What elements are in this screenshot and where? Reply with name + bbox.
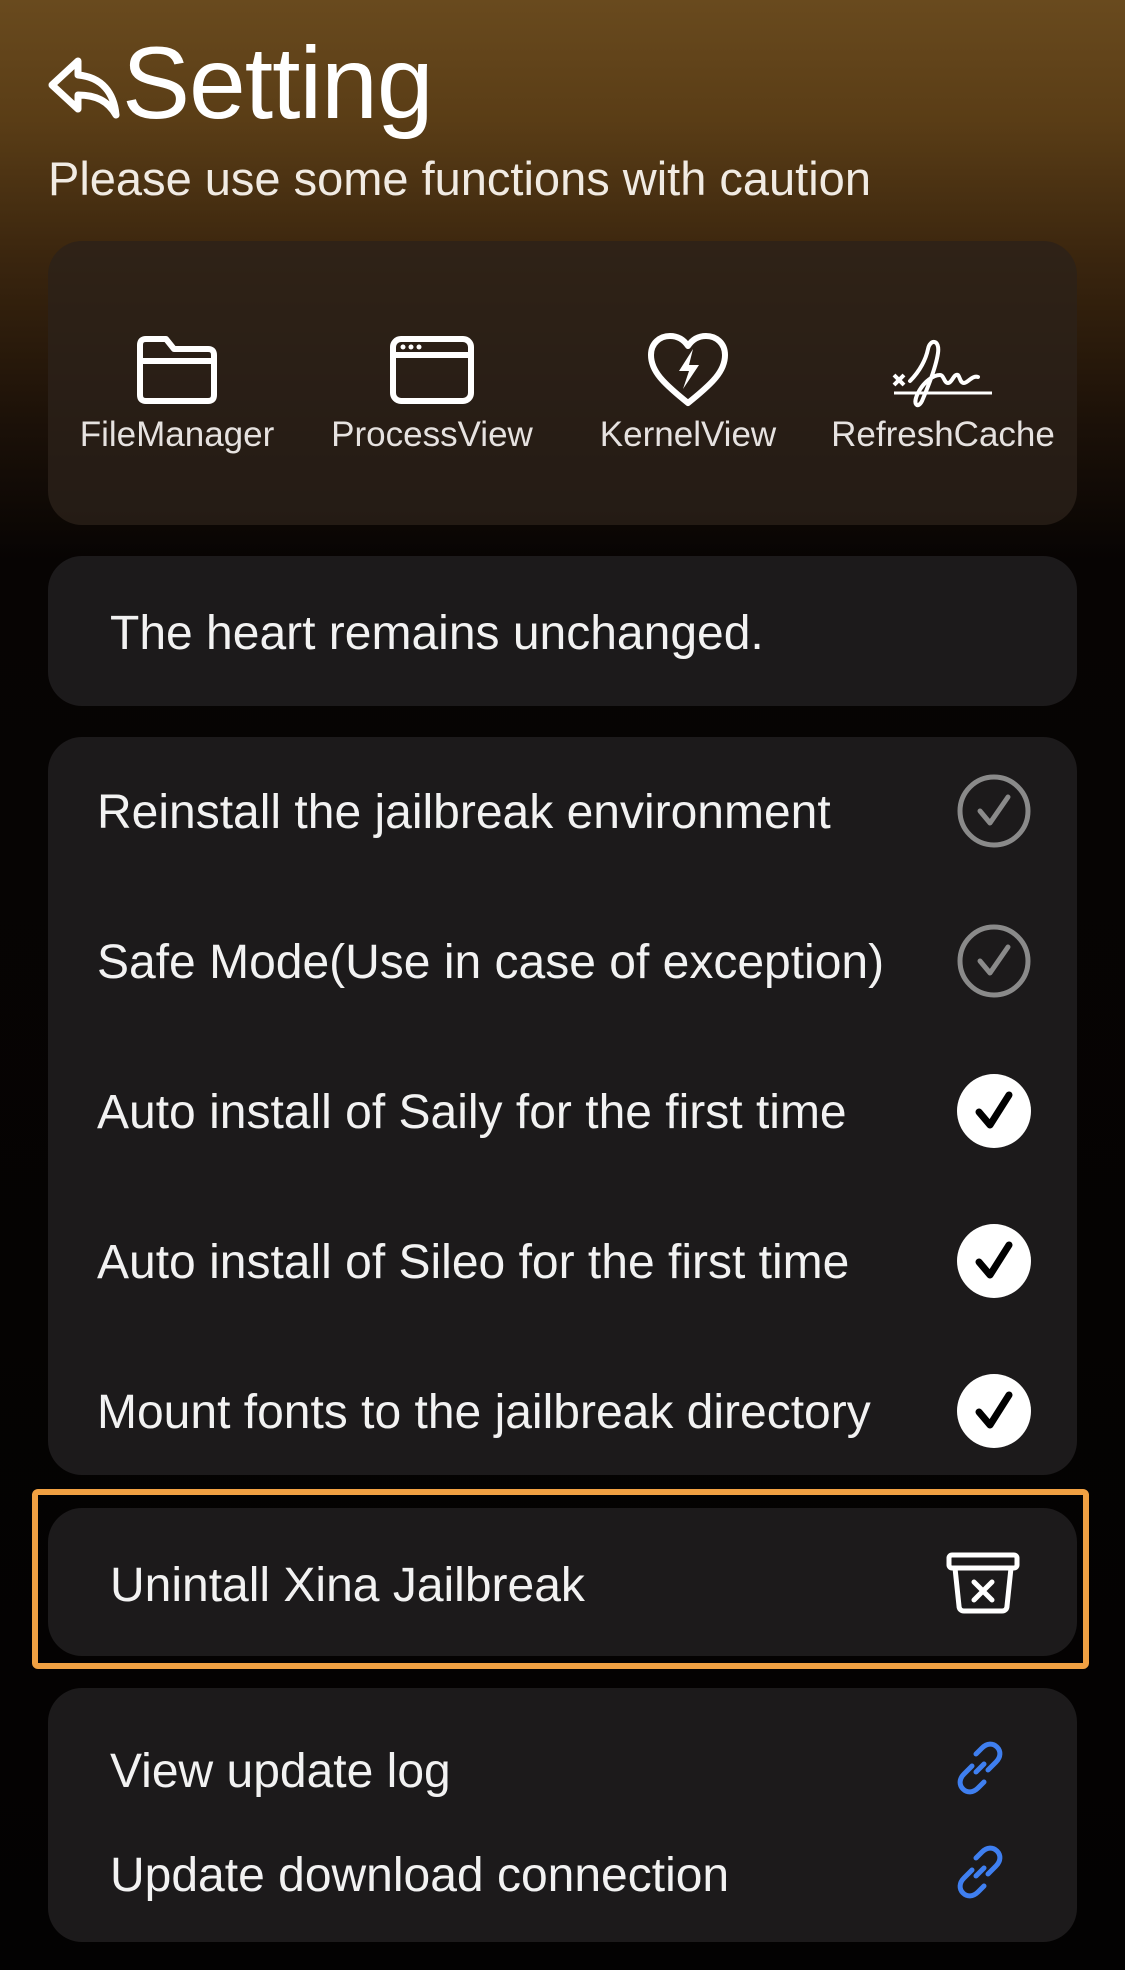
- page-subtitle: Please use some functions with caution: [48, 152, 871, 205]
- option-label: Auto install of Sileo for the first time: [97, 1236, 850, 1289]
- process-view-button[interactable]: ProcessView: [307, 331, 557, 455]
- page-title: Setting: [122, 26, 434, 140]
- option-row-saily[interactable]: Auto install of Saily for the first time: [48, 1037, 1077, 1187]
- kernel-view-button[interactable]: KernelView: [563, 331, 813, 455]
- motto-card: The heart remains unchanged.: [48, 556, 1077, 706]
- links-card: View update log Update download connecti…: [48, 1688, 1077, 1942]
- option-row-safe-mode[interactable]: Safe Mode(Use in case of exception): [48, 887, 1077, 1037]
- back-arrow-icon[interactable]: [48, 55, 120, 119]
- header: Setting Please use some functions with c…: [0, 0, 1125, 230]
- update-download-link[interactable]: Update download connection: [48, 1822, 1077, 1927]
- window-icon: [390, 336, 474, 404]
- checked-circle-icon[interactable]: [956, 1073, 1032, 1149]
- tool-label: FileManager: [79, 415, 275, 454]
- link-icon: [957, 1845, 1003, 1899]
- tool-label: ProcessView: [331, 415, 533, 454]
- tool-label: KernelView: [599, 415, 777, 454]
- view-update-log-link[interactable]: View update log: [48, 1718, 1077, 1823]
- link-icon: [957, 1741, 1003, 1795]
- file-manager-button[interactable]: FileManager: [52, 331, 302, 455]
- uninstall-label: Unintall Xina Jailbreak: [110, 1559, 585, 1612]
- unchecked-circle-icon[interactable]: [956, 923, 1032, 999]
- uninstall-button[interactable]: Unintall Xina Jailbreak: [48, 1508, 1077, 1656]
- folder-icon: [137, 336, 217, 404]
- refresh-cache-button[interactable]: RefreshCache: [818, 331, 1068, 455]
- option-row-reinstall[interactable]: Reinstall the jailbreak environment: [48, 737, 1077, 887]
- option-label: Reinstall the jailbreak environment: [97, 786, 831, 839]
- option-label: Auto install of Saily for the first time: [97, 1086, 847, 1139]
- tool-label: RefreshCache: [831, 415, 1055, 454]
- signature-icon: [892, 340, 992, 408]
- link-label: Update download connection: [110, 1849, 730, 1902]
- option-row-sileo[interactable]: Auto install of Sileo for the first time: [48, 1187, 1077, 1337]
- heart-bolt-icon: [648, 333, 728, 406]
- trash-icon: [946, 1552, 1020, 1614]
- option-label: Mount fonts to the jailbreak directory: [97, 1386, 871, 1439]
- options-list: Reinstall the jailbreak environment Safe…: [48, 737, 1077, 1475]
- option-row-mount-fonts[interactable]: Mount fonts to the jailbreak directory: [48, 1337, 1077, 1487]
- unchecked-circle-icon[interactable]: [956, 773, 1032, 849]
- option-label: Safe Mode(Use in case of exception): [97, 936, 885, 989]
- checked-circle-icon[interactable]: [956, 1373, 1032, 1449]
- link-label: View update log: [110, 1745, 451, 1798]
- checked-circle-icon[interactable]: [956, 1223, 1032, 1299]
- motto-text: The heart remains unchanged.: [110, 607, 764, 660]
- tools-card: FileManager ProcessView KernelView Refre…: [48, 241, 1077, 525]
